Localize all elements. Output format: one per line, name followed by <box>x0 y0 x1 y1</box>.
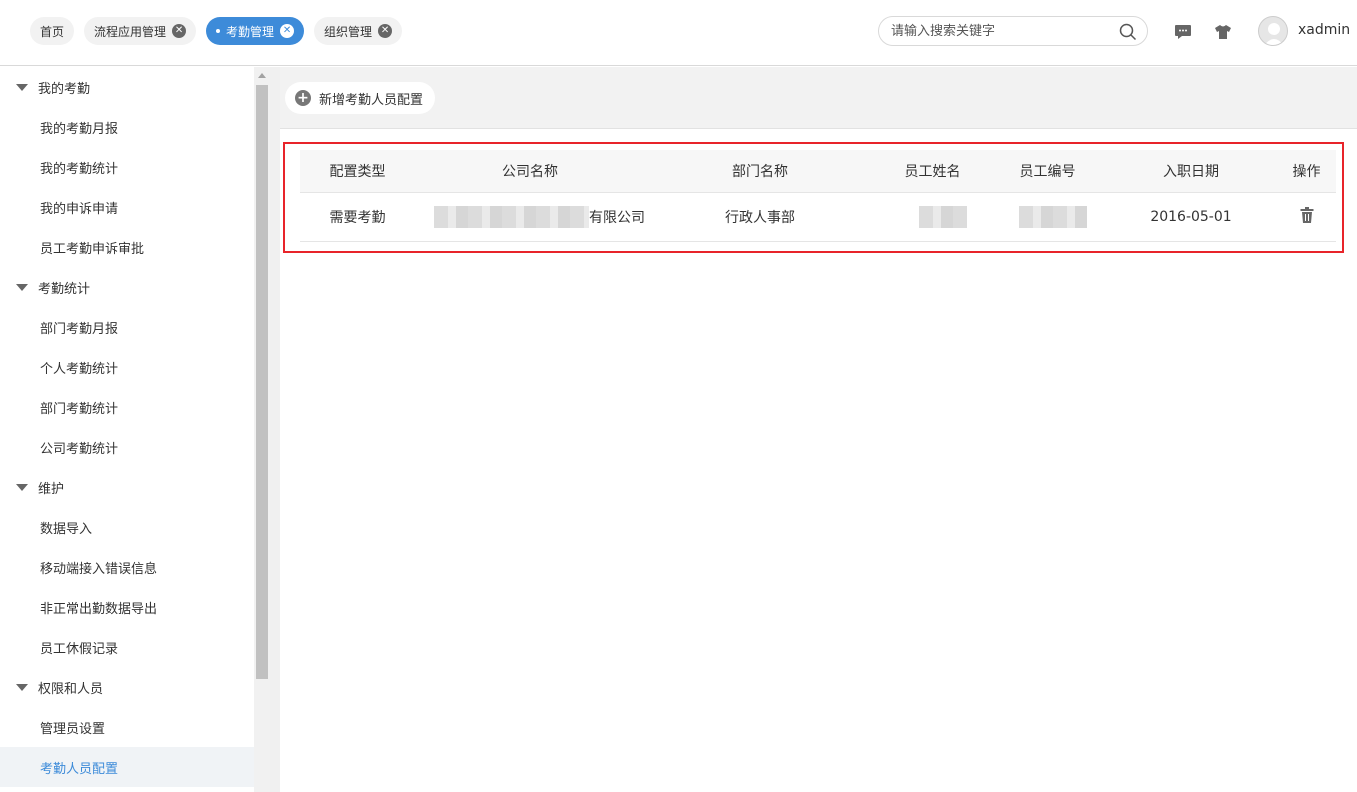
sidebar-item-dept-monthly[interactable]: 部门考勤月报 <box>0 307 254 347</box>
sidebar-group-label: 考勤统计 <box>38 281 91 297</box>
tab-label: 流程应用管理 <box>94 24 167 39</box>
cell-department: 行政人事部 <box>725 209 795 226</box>
sidebar-item-appeal-approval[interactable]: 员工考勤申诉审批 <box>0 227 254 267</box>
avatar[interactable] <box>1258 16 1288 46</box>
tab-attendance[interactable]: 考勤管理 ✕ <box>206 17 305 45</box>
active-dot-icon <box>216 29 221 33</box>
skin-icon[interactable] <box>1213 22 1233 42</box>
col-employee-id: 员工编号 <box>1019 163 1076 180</box>
cell-config-type: 需要考勤 <box>329 209 386 226</box>
tab-label: 组织管理 <box>324 24 373 39</box>
scrollbar-thumb[interactable] <box>256 85 268 679</box>
col-actions: 操作 <box>1292 163 1321 180</box>
caret-down-icon <box>16 483 28 491</box>
company-suffix: 有限公司 <box>589 209 645 226</box>
tab-label: 首页 <box>40 24 65 39</box>
tab-home[interactable]: 首页 <box>30 17 75 45</box>
search-input[interactable] <box>891 17 1111 45</box>
redacted-company-name <box>434 205 589 228</box>
add-attendance-config-button[interactable]: + 新增考勤人员配置 <box>285 82 436 114</box>
sidebar-item-dept-stats[interactable]: 部门考勤统计 <box>0 387 254 427</box>
sidebar-group-label: 权限和人员 <box>38 681 104 697</box>
divider <box>270 67 280 792</box>
sidebar-group-permissions[interactable]: 权限和人员 <box>0 667 254 707</box>
redacted-employee-id <box>1018 205 1087 228</box>
caret-down-icon <box>16 283 28 291</box>
sidebar-item-data-import[interactable]: 数据导入 <box>0 507 254 547</box>
top-bar: 首页 流程应用管理 ✕ 考勤管理 ✕ 组织管理 ✕ xadmin <box>0 0 1357 66</box>
tab-strip: 首页 流程应用管理 ✕ 考勤管理 ✕ 组织管理 ✕ <box>30 17 403 45</box>
sidebar-group-maintenance[interactable]: 维护 <box>0 467 254 507</box>
table-row: 需要考勤 有限公司 行政人事部 2016-05-01 <box>300 192 1336 241</box>
sidebar-item-admin-settings[interactable]: 管理员设置 <box>0 707 254 747</box>
sidebar-scrollbar[interactable] <box>254 67 270 792</box>
cell-hire-date: 2016-05-01 <box>1150 208 1232 225</box>
search-icon[interactable] <box>1119 23 1137 45</box>
sidebar-item-abnormal-export[interactable]: 非正常出勤数据导出 <box>0 587 254 627</box>
sidebar-item-personal-stats[interactable]: 个人考勤统计 <box>0 347 254 387</box>
cell-actions <box>1277 192 1336 241</box>
sidebar-group-label: 维护 <box>38 481 65 497</box>
table-header: 配置类型 公司名称 部门名称 员工姓名 员工编号 入职日期 操作 <box>300 150 1336 192</box>
trash-icon[interactable] <box>1300 206 1314 227</box>
toolbar: + 新增考勤人员配置 <box>280 67 1357 129</box>
sidebar-item-attendance-staff-config[interactable]: 考勤人员配置 <box>0 747 254 787</box>
cell-employee-name <box>875 192 990 241</box>
sidebar-item-company-stats[interactable]: 公司考勤统计 <box>0 427 254 467</box>
sidebar-item-my-stats[interactable]: 我的考勤统计 <box>0 147 254 187</box>
sidebar: 我的考勤 我的考勤月报 我的考勤统计 我的申诉申请 员工考勤申诉审批 考勤统计 … <box>0 67 254 792</box>
col-company-name: 公司名称 <box>502 163 558 180</box>
col-employee-name: 员工姓名 <box>904 163 961 180</box>
tab-label: 考勤管理 <box>226 24 275 39</box>
tab-process-app[interactable]: 流程应用管理 ✕ <box>84 17 197 45</box>
sidebar-item-my-monthly[interactable]: 我的考勤月报 <box>0 107 254 147</box>
col-department-name: 部门名称 <box>732 163 788 180</box>
close-icon[interactable]: ✕ <box>280 24 295 38</box>
caret-down-icon <box>16 83 28 91</box>
redacted-employee-name <box>918 205 967 228</box>
username[interactable]: xadmin <box>1298 22 1350 38</box>
sidebar-item-my-appeal[interactable]: 我的申诉申请 <box>0 187 254 227</box>
caret-down-icon <box>16 683 28 691</box>
tab-organization[interactable]: 组织管理 ✕ <box>314 17 403 45</box>
sidebar-group-my-attendance[interactable]: 我的考勤 <box>0 67 254 107</box>
message-icon[interactable] <box>1173 22 1193 42</box>
col-config-type: 配置类型 <box>329 163 386 180</box>
cell-company-name: 有限公司 <box>415 192 645 241</box>
sidebar-group-attendance-stats[interactable]: 考勤统计 <box>0 267 254 307</box>
add-button-label: 新增考勤人员配置 <box>319 92 424 108</box>
sidebar-item-mobile-errors[interactable]: 移动端接入错误信息 <box>0 547 254 587</box>
plus-icon: + <box>295 90 311 106</box>
close-icon[interactable]: ✕ <box>378 24 393 38</box>
config-table: 配置类型 公司名称 部门名称 员工姓名 员工编号 入职日期 操作 需要考勤 有限… <box>300 150 1336 242</box>
sidebar-item-leave-records[interactable]: 员工休假记录 <box>0 627 254 667</box>
close-icon[interactable]: ✕ <box>172 24 187 38</box>
search-box <box>878 16 1148 46</box>
scroll-up-arrow-icon[interactable] <box>258 73 266 78</box>
sidebar-group-label: 我的考勤 <box>38 81 91 97</box>
col-hire-date: 入职日期 <box>1163 163 1219 180</box>
cell-employee-id <box>990 192 1105 241</box>
